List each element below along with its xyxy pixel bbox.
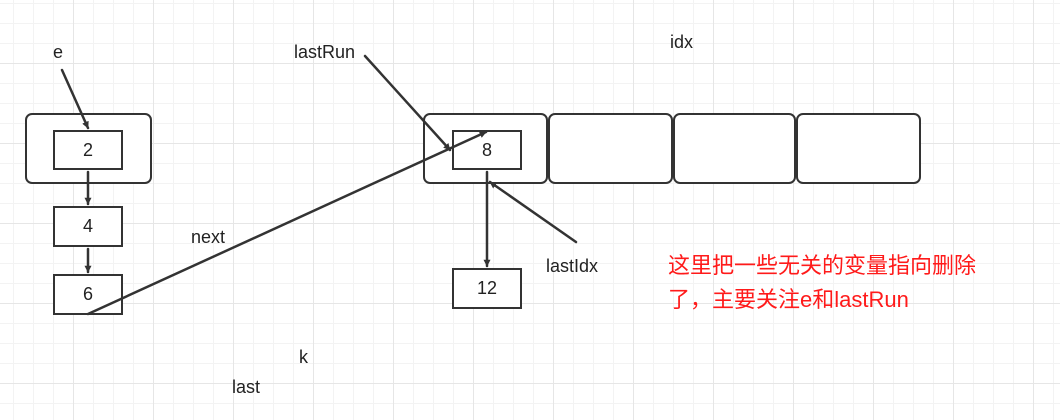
label-e: e [53,42,64,62]
annotation-line-2: 了，主要关注e和lastRun [668,287,909,312]
label-last: last [232,377,261,397]
label-next: next [191,227,226,247]
annotation-note: 这里把一些无关的变量指向删除 了，主要关注e和lastRun [668,249,1058,317]
label-lastidx: lastIdx [546,256,599,276]
label-lastrun: lastRun [294,42,356,62]
diagram-arrows [60,54,578,316]
e-pointer-arrow [60,68,90,130]
next-arrow-6-to-8 [86,130,488,316]
lastidx-pointer-arrow [488,180,578,244]
lastrun-pointer-arrow [363,54,452,152]
annotation-line-1: 这里把一些无关的变量指向删除 [668,253,977,278]
label-idx: idx [670,32,694,52]
label-k: k [299,347,308,367]
